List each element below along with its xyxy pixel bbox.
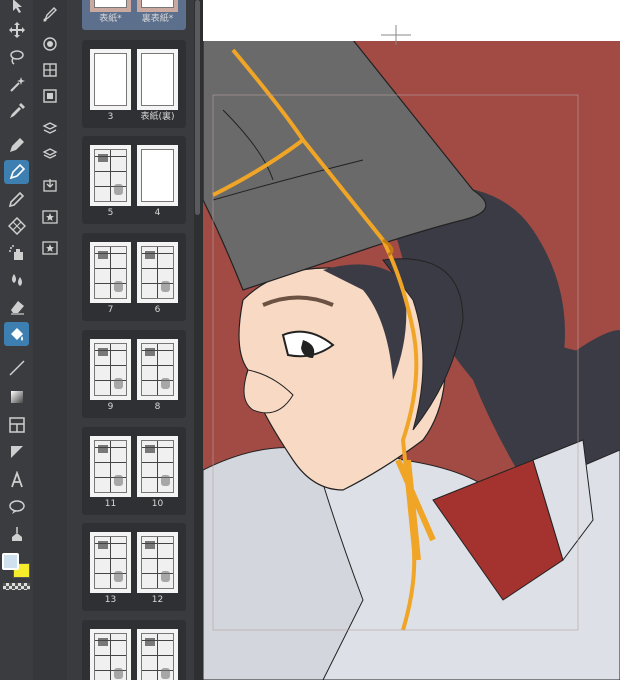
- layers-icon[interactable]: [40, 144, 60, 164]
- page-label: 表紙(裏): [140, 112, 175, 122]
- page-thumbnail[interactable]: [137, 145, 178, 206]
- page-frame: [94, 343, 127, 396]
- page-frame: [94, 440, 127, 493]
- command-bar: [33, 0, 68, 680]
- page-frame: [94, 149, 127, 202]
- page-spread[interactable]: 98: [82, 330, 186, 418]
- favorites-icon[interactable]: [40, 207, 60, 227]
- page-label: 11: [104, 499, 117, 509]
- drawing-canvas[interactable]: [203, 0, 620, 680]
- fill-icon[interactable]: [4, 322, 29, 346]
- lasso-select-icon[interactable]: [4, 45, 29, 69]
- page-panel-scrollbar[interactable]: [194, 0, 202, 680]
- auto-select-icon[interactable]: [4, 72, 29, 96]
- page-label: 3: [107, 112, 114, 122]
- page-label: 5: [107, 208, 114, 218]
- ruler-icon[interactable]: [4, 440, 29, 464]
- page-frame: [141, 53, 174, 106]
- scrollbar-thumb[interactable]: [195, 0, 200, 215]
- app-window: 表紙* 裏表紙* 3 表紙(裏) 5 4 7 6 9 8 11 10 13 12: [0, 0, 620, 680]
- page-thumbnail[interactable]: [90, 339, 131, 400]
- page-label: 6: [154, 305, 161, 315]
- page-label: 12: [151, 595, 164, 605]
- correction-icon[interactable]: [4, 522, 29, 546]
- transparent-color-swatch[interactable]: [3, 583, 30, 590]
- grid-icon[interactable]: [40, 60, 60, 80]
- page-frame: [94, 536, 127, 589]
- balloon-icon[interactable]: [4, 495, 29, 519]
- tool-bar: [0, 0, 34, 680]
- pen-icon[interactable]: [4, 133, 29, 157]
- eraser-icon[interactable]: [4, 295, 29, 319]
- page-frame: [141, 633, 174, 680]
- page-label: 9: [107, 402, 114, 412]
- page-frame: [141, 0, 174, 8]
- page-frame: [94, 53, 127, 106]
- page-thumbnail[interactable]: [90, 436, 131, 497]
- text-icon[interactable]: [4, 468, 29, 492]
- page-thumbnail[interactable]: [137, 49, 178, 110]
- page-frame: [141, 536, 174, 589]
- page-spread[interactable]: 54: [82, 136, 186, 224]
- page-spread[interactable]: 11 10: [82, 427, 186, 515]
- airbrush-icon[interactable]: [4, 241, 29, 265]
- page-frame: [94, 633, 127, 680]
- page-label: 裏表紙*: [141, 14, 174, 24]
- page-frame: [141, 246, 174, 299]
- page-thumbnail[interactable]: [90, 49, 131, 110]
- blend-icon[interactable]: [4, 268, 29, 292]
- page-thumbnail[interactable]: [137, 436, 178, 497]
- pencil-icon[interactable]: [4, 187, 29, 211]
- page-thumbnail[interactable]: [137, 629, 178, 680]
- page-label: 表紙*: [99, 14, 122, 24]
- page-frame: [141, 343, 174, 396]
- page-spread[interactable]: [82, 620, 186, 680]
- page-thumbnail[interactable]: [90, 629, 131, 680]
- page-spread[interactable]: 表紙* 裏表紙*: [82, 0, 186, 30]
- crop-mark: [381, 25, 411, 45]
- layer-move-icon[interactable]: [40, 118, 60, 138]
- marker-icon[interactable]: [4, 160, 29, 184]
- page-manager-panel: 表紙* 裏表紙* 3 表紙(裏) 5 4 7 6 9 8 11 10 13 12: [67, 0, 195, 680]
- operation-tool-icon[interactable]: [4, 0, 29, 18]
- import-icon[interactable]: [40, 175, 60, 195]
- page-spread[interactable]: 76: [82, 233, 186, 321]
- favorites-2-icon[interactable]: [40, 238, 60, 258]
- page-label: 8: [154, 402, 161, 412]
- page-label: 13: [104, 595, 117, 605]
- line-icon[interactable]: [4, 356, 29, 380]
- page-frame: [94, 246, 127, 299]
- page-label: 10: [151, 499, 164, 509]
- page-frame: [94, 0, 127, 8]
- frame-border-icon[interactable]: [4, 413, 29, 437]
- page-thumbnail[interactable]: [90, 532, 131, 593]
- main-color-swatch[interactable]: [2, 553, 19, 570]
- page-spread[interactable]: 3 表紙(裏): [82, 40, 186, 128]
- page-frame: [141, 440, 174, 493]
- page-spread[interactable]: 13 12: [82, 523, 186, 611]
- page-thumbnail[interactable]: [90, 242, 131, 303]
- page-label: 7: [107, 305, 114, 315]
- decoration-icon[interactable]: [4, 214, 29, 238]
- stack-icon[interactable]: [40, 34, 60, 54]
- gradient-icon[interactable]: [4, 385, 29, 409]
- page-label: 4: [154, 208, 161, 218]
- film-icon[interactable]: [40, 86, 60, 106]
- move-tool-icon[interactable]: [4, 18, 29, 42]
- page-thumbnail[interactable]: [137, 339, 178, 400]
- page-thumbnail[interactable]: [137, 532, 178, 593]
- brush-settings-icon[interactable]: [40, 4, 60, 24]
- eyedropper-icon[interactable]: [4, 99, 29, 123]
- page-thumbnail[interactable]: [137, 242, 178, 303]
- page-thumbnail[interactable]: [90, 145, 131, 206]
- page-thumbnail[interactable]: [137, 0, 178, 12]
- page-thumbnail[interactable]: [90, 0, 131, 12]
- page-frame: [141, 149, 174, 202]
